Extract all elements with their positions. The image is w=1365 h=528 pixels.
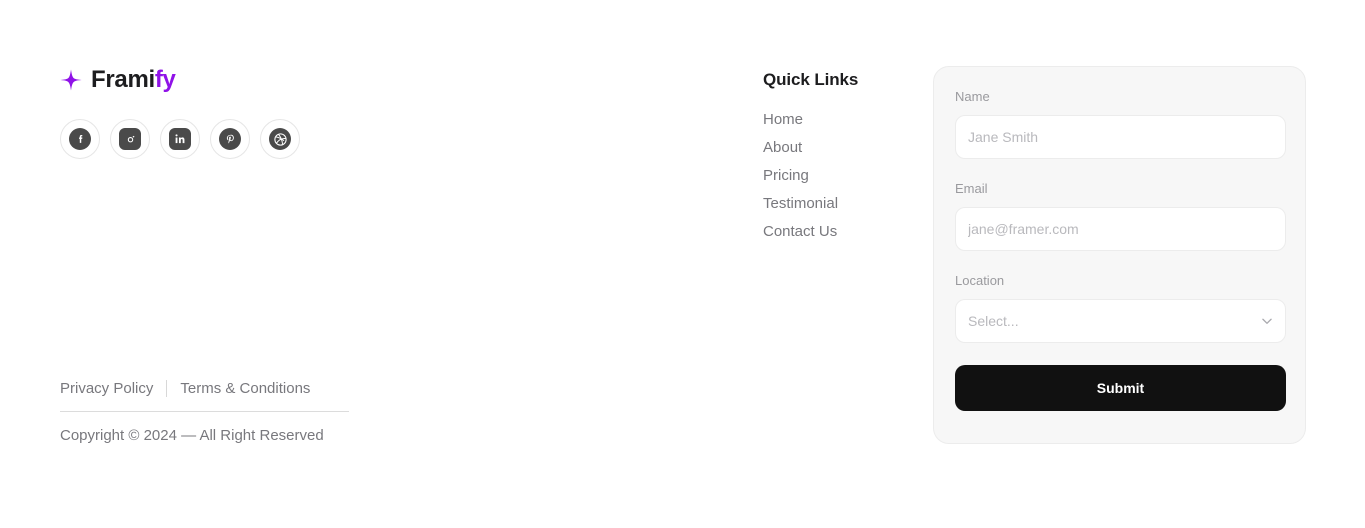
linkedin-icon (169, 128, 191, 150)
location-field-group: Location Select... (955, 272, 1286, 343)
legal-divider-vertical (166, 380, 168, 397)
terms-conditions-link[interactable]: Terms & Conditions (180, 378, 310, 399)
sidebar-item-home[interactable]: Home (763, 110, 803, 130)
social-link-pinterest[interactable] (210, 119, 250, 159)
copyright-text: Copyright © 2024 — All Right Reserved (60, 427, 324, 444)
social-link-linkedin[interactable] (160, 119, 200, 159)
submit-button[interactable]: Submit (955, 365, 1286, 411)
logo-text-accent: fy (154, 66, 176, 93)
list-item: Contact Us (763, 222, 913, 242)
social-link-dribbble[interactable] (260, 119, 300, 159)
email-field-label: Email (955, 181, 988, 196)
quick-links-list: Home About Pricing Testimonial Contact U… (763, 110, 913, 242)
facebook-icon (69, 128, 91, 150)
sidebar-item-pricing[interactable]: Pricing (763, 166, 809, 186)
location-select-value: Select... (968, 313, 1019, 329)
location-select[interactable]: Select... (955, 299, 1286, 343)
list-item: About (763, 138, 913, 158)
footer-horizontal-rule (60, 411, 349, 412)
brand-column: Framify (60, 64, 660, 159)
name-input[interactable] (955, 115, 1286, 159)
sparkle-icon (60, 69, 82, 91)
field-spacer (955, 159, 1284, 180)
location-field-label: Location (955, 273, 1005, 288)
email-field-group: Email (955, 180, 1286, 251)
logo-text: Framify (91, 68, 176, 92)
logo[interactable]: Framify (60, 64, 660, 96)
sidebar-item-contact-us[interactable]: Contact Us (763, 222, 837, 242)
dribbble-icon (269, 128, 291, 150)
instagram-icon (119, 128, 141, 150)
name-field-label: Name (955, 89, 990, 104)
quick-links-title: Quick Links (763, 70, 859, 89)
contact-form-card: Name Email Location Select... Submit (933, 66, 1306, 444)
list-item: Pricing (763, 166, 913, 186)
social-links (60, 119, 660, 159)
privacy-policy-link[interactable]: Privacy Policy (60, 378, 153, 399)
list-item: Testimonial (763, 194, 913, 214)
site-footer: Framify Privacy Policy Terms & Condition… (0, 0, 1365, 528)
pinterest-icon (219, 128, 241, 150)
sidebar-item-testimonial[interactable]: Testimonial (763, 194, 838, 214)
name-field-group: Name (955, 88, 1286, 159)
logo-text-primary: Frami (91, 66, 155, 93)
quick-links-column: Quick Links Home About Pricing Testimoni… (763, 68, 913, 250)
social-link-facebook[interactable] (60, 119, 100, 159)
legal-links: Privacy Policy Terms & Conditions (60, 378, 310, 399)
location-select-wrapper: Select... (955, 299, 1286, 343)
social-link-instagram[interactable] (110, 119, 150, 159)
list-item: Home (763, 110, 913, 130)
sidebar-item-about[interactable]: About (763, 138, 802, 158)
field-spacer (955, 251, 1284, 272)
email-input[interactable] (955, 207, 1286, 251)
